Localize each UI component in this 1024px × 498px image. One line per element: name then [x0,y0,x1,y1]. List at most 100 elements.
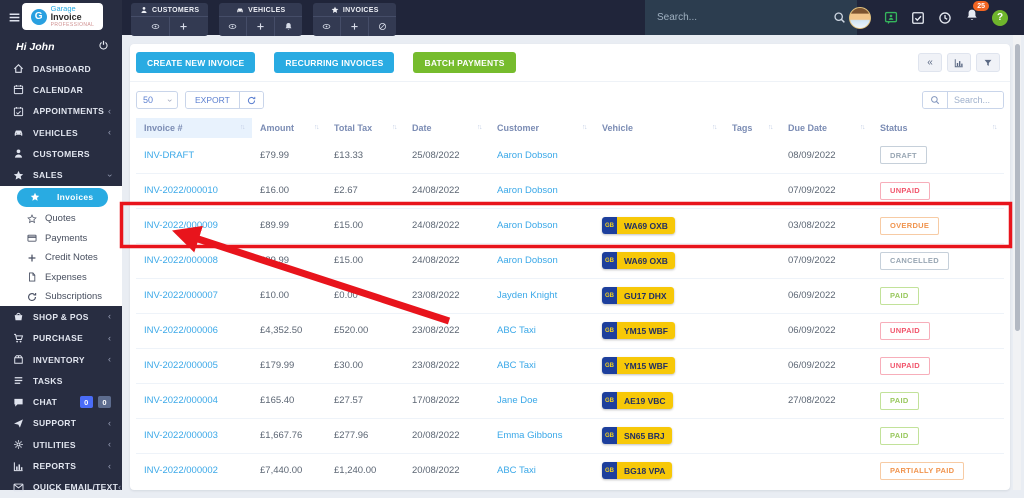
sidebar-subitem-payments[interactable]: Payments [0,228,122,248]
sidebar-item-appointments[interactable]: APPOINTMENTS‹ [0,101,122,122]
batch-payments-button[interactable]: BATCH PAYMENTS [413,52,515,73]
vehicle-plate[interactable]: GBAE19 VBC [602,392,673,409]
customer-link[interactable]: ABC Taxi [497,465,536,476]
vehicles-view-button[interactable] [219,17,246,36]
customer-link[interactable]: Emma Gibbons [497,430,562,441]
customer-link[interactable]: Aaron Dobson [497,185,558,196]
sidebar-item-tasks[interactable]: TASKS [0,370,122,391]
customers-view-button[interactable] [142,17,169,36]
tags-cell [724,278,780,313]
sidebar-item-dashboard[interactable]: DASHBOARD [0,58,122,79]
column-header-vehicle[interactable]: ↑↓Vehicle [594,118,724,138]
invoices-view-button[interactable] [313,17,340,36]
sidebar-item-chat[interactable]: CHAT00 [0,391,122,412]
invoice-link[interactable]: INV-2022/000007 [144,290,218,301]
invoice-link[interactable]: INV-DRAFT [144,150,194,161]
column-header-customer[interactable]: ↑↓Customer [489,118,594,138]
table-search-input[interactable] [948,92,1003,108]
customer-link[interactable]: ABC Taxi [497,325,536,336]
column-header-amount[interactable]: ↑↓Amount [252,118,326,138]
customer-link[interactable]: Aaron Dobson [497,255,558,266]
invoice-link[interactable]: INV-2022/000009 [144,220,218,231]
sidebar-item-customers[interactable]: CUSTOMERS [0,143,122,164]
clock-icon[interactable] [938,11,952,25]
invoice-link[interactable]: INV-2022/000003 [144,430,218,441]
app-logo[interactable]: G Garage Invoice PROFESSIONAL [22,3,103,30]
sidebar-item-reports[interactable]: REPORTS‹ [0,455,122,476]
export-button[interactable]: EXPORT [186,92,240,108]
sidebar-item-inventory[interactable]: INVENTORY‹ [0,349,122,370]
hamburger-menu-icon[interactable] [8,11,21,24]
help-button[interactable]: ? [992,10,1008,26]
chat-count-badge: 0 [80,396,93,408]
refresh-button[interactable] [240,92,263,108]
global-search-input[interactable] [645,12,833,23]
table-row: INV-2022/000009 £89.99 £15.00 24/08/2022… [136,208,1004,243]
due-date-cell [780,453,872,488]
support-chat-icon[interactable] [884,11,898,25]
customer-link[interactable]: ABC Taxi [497,360,536,371]
invoices-unpaid-button[interactable] [368,17,396,36]
sidebar-item-shop-pos[interactable]: SHOP & POS‹ [0,306,122,327]
invoice-link[interactable]: INV-2022/000004 [144,395,218,406]
table-search-button[interactable] [923,92,948,108]
vehicle-plate[interactable]: GBWA69 OXB [602,252,675,269]
invoices-add-button[interactable] [340,17,368,36]
customer-link[interactable]: Aaron Dobson [497,150,558,161]
vehicle-plate[interactable]: GBYM15 WBF [602,357,675,374]
collapse-button[interactable]: « [918,53,942,72]
sidebar-item-sales[interactable]: SALES‹ [0,164,122,185]
user-avatar[interactable] [849,7,871,29]
chart-view-button[interactable] [947,53,971,72]
sidebar-item-quick-email-text[interactable]: QUICK EMAIL/TEXT‹ [0,477,122,498]
column-header-invoice[interactable]: ↑↓Invoice # [136,118,252,138]
mail-icon [13,482,24,493]
vehicle-plate[interactable]: GBYM15 WBF [602,322,675,339]
sort-icon: ↑↓ [477,124,481,131]
sidebar-subitem-expenses[interactable]: Expenses [0,267,122,287]
invoice-link[interactable]: INV-2022/000008 [144,255,218,266]
vehicle-plate[interactable]: GBGU17 DHX [602,287,674,304]
cal-icon [13,84,24,95]
notifications-button[interactable]: 25 [965,8,979,27]
sidebar-item-purchase[interactable]: PURCHASE‹ [0,328,122,349]
chevron-left-icon: ‹ [108,128,111,137]
vehicles-reminders-button[interactable] [274,17,302,36]
sidebar-item-vehicles[interactable]: VEHICLES‹ [0,122,122,143]
invoice-link[interactable]: INV-2022/000005 [144,360,218,371]
sidebar-item-utilities[interactable]: UTILITIES‹ [0,434,122,455]
customers-add-button[interactable] [169,17,197,36]
column-header-total-tax[interactable]: ↑↓Total Tax [326,118,404,138]
column-header-date[interactable]: ↑↓Date [404,118,489,138]
customer-link[interactable]: Jane Doe [497,395,538,406]
customer-link[interactable]: Jayden Knight [497,290,557,301]
due-date-cell: 07/09/2022 [780,243,872,278]
check-square-icon[interactable] [911,11,925,25]
customer-link[interactable]: Aaron Dobson [497,220,558,231]
sidebar-subitem-credit-notes[interactable]: Credit Notes [0,248,122,268]
filter-button[interactable] [976,53,1000,72]
sidebar-subitem-quotes[interactable]: Quotes [0,209,122,229]
invoice-link[interactable]: INV-2022/000010 [144,185,218,196]
sidebar-subitem-subscriptions[interactable]: Subscriptions [0,287,122,307]
vertical-scrollbar[interactable] [1013,35,1021,490]
create-new-invoice-button[interactable]: CREATE NEW INVOICE [136,52,255,73]
logout-power-icon[interactable] [98,40,109,51]
sidebar-subitem-invoices[interactable]: Invoices [0,186,122,209]
column-header-due-date[interactable]: ↑↓Due Date [780,118,872,138]
page-size-select[interactable]: 50 ‹ [136,91,178,109]
scrollbar-thumb[interactable] [1015,44,1020,331]
sidebar-item-calendar[interactable]: CALENDAR [0,79,122,100]
sidebar-item-support[interactable]: SUPPORT‹ [0,413,122,434]
column-header-tags[interactable]: ↑↓Tags [724,118,780,138]
invoice-link[interactable]: INV-2022/000002 [144,465,218,476]
invoice-link[interactable]: INV-2022/000006 [144,325,218,336]
vehicles-add-button[interactable] [246,17,274,36]
table-row: INV-2022/000010 £16.00 £2.67 24/08/2022 … [136,173,1004,208]
table-header-row: ↑↓Invoice # ↑↓Amount ↑↓Total Tax ↑↓Date … [136,118,1004,138]
vehicle-plate[interactable]: GBBG18 VPA [602,462,672,479]
column-header-status[interactable]: ↑↓Status [872,118,1004,138]
vehicle-plate[interactable]: GBWA69 OXB [602,217,675,234]
vehicle-plate[interactable]: GBSN65 BRJ [602,427,672,444]
recurring-invoices-button[interactable]: RECURRING INVOICES [274,52,394,73]
